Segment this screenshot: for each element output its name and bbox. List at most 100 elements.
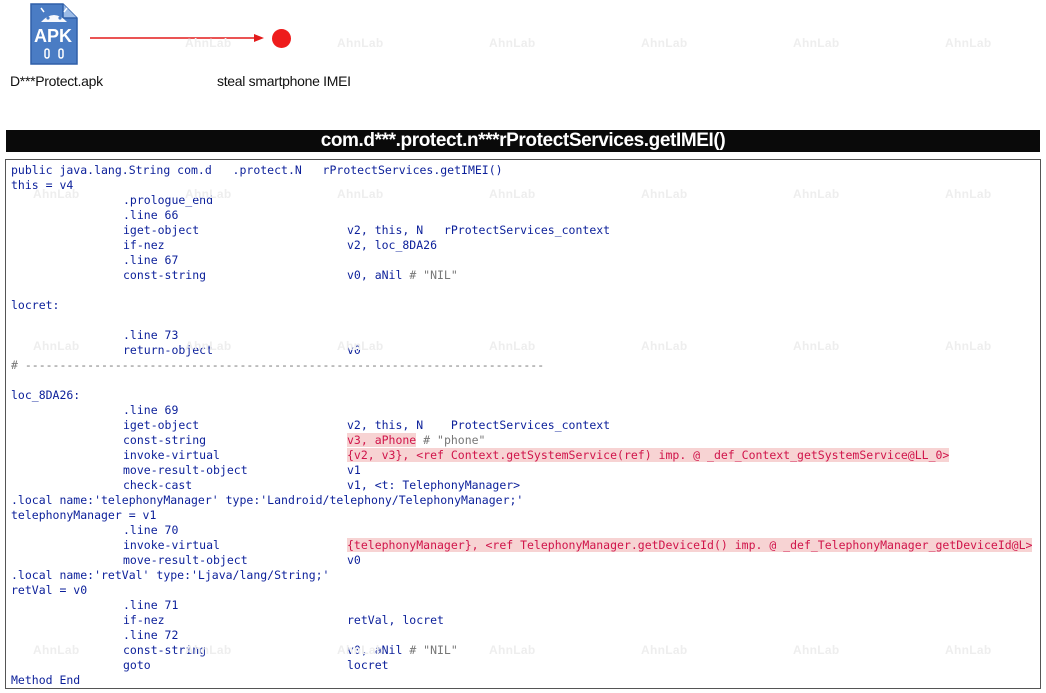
code-text: .local name:'retVal' type:'Ljava/lang/St…	[11, 568, 330, 582]
code-line: move-result-object v1	[11, 463, 1037, 478]
highlighted-operands: v3, aPhone	[347, 433, 417, 447]
flow-diagram: APK D***Protect.apk steal smartphone IME…	[0, 0, 1046, 125]
code-operands: {v2, v3}, <ref Context.getSystemService(…	[347, 448, 950, 463]
code-line: invoke-virtual {telephonyManager}, <ref T…	[11, 538, 1037, 553]
code-line: .line 66	[11, 208, 1037, 223]
code-operands: v3, aPhone # "phone"	[347, 433, 486, 448]
code-instruction: .prologue_end	[123, 193, 214, 207]
code-line: loc_8DA26:	[11, 388, 1037, 403]
code-instruction: .line 70	[123, 523, 179, 537]
code-instruction: if-nez	[123, 613, 165, 627]
apk-icon-text: APK	[33, 26, 72, 46]
operands-text: v2, this, N ProtectServices_context	[347, 418, 611, 432]
code-line: move-result-object v0	[11, 553, 1037, 568]
code-line: # --------------------------------------…	[11, 358, 1037, 373]
code-line: .local name:'retVal' type:'Ljava/lang/St…	[11, 568, 1037, 583]
code-line: if-nez v2, loc_8DA26	[11, 238, 1037, 253]
code-line: return-object v0	[11, 343, 1037, 358]
operands-text: v0, aNil	[347, 643, 403, 657]
target-label: steal smartphone IMEI	[217, 73, 351, 89]
code-operands: v1, <t: TelephonyManager>	[347, 478, 520, 493]
code-operands: v0	[347, 343, 361, 358]
code-instruction: .line 69	[123, 403, 179, 417]
code-text: .local name:'telephonyManager' type:'Lan…	[11, 493, 524, 507]
code-instruction: iget-object	[123, 223, 200, 237]
code-operands: v0, aNil # "NIL"	[347, 268, 458, 283]
code-text: telephonyManager = v1	[11, 508, 157, 522]
code-instruction: .line 73	[123, 328, 179, 342]
apk-file-icon: APK	[27, 2, 79, 66]
code-line: this = v4	[11, 178, 1037, 193]
code-line: if-nez retVal, locret	[11, 613, 1037, 628]
code-instruction: iget-object	[123, 418, 200, 432]
code-comment: # "phone"	[416, 433, 486, 447]
code-instruction: if-nez	[123, 238, 165, 252]
code-instruction: invoke-virtual	[123, 448, 220, 462]
code-text: locret:	[11, 298, 60, 312]
target-dot	[272, 29, 291, 48]
code-text: loc_8DA26:	[11, 388, 81, 402]
code-text: retVal = v0	[11, 583, 88, 597]
code-listing: public java.lang.String com.d .protect.N…	[5, 159, 1041, 689]
code-line: iget-object v2, this, N rProtectServices_…	[11, 223, 1037, 238]
code-line: retVal = v0	[11, 583, 1037, 598]
code-instruction: goto	[123, 658, 151, 672]
code-operands: {telephonyManager}, <ref TelephonyManage…	[347, 538, 1033, 553]
operands-text: v0	[347, 343, 361, 357]
code-instruction: const-string	[123, 643, 207, 657]
code-line: .line 70	[11, 523, 1037, 538]
code-line: .local name:'telephonyManager' type:'Lan…	[11, 493, 1037, 508]
highlighted-operands: {v2, v3}, <ref Context.getSystemService(…	[347, 448, 950, 462]
code-operands: v0, aNil # "NIL"	[347, 643, 458, 658]
code-line: .line 69	[11, 403, 1037, 418]
code-line: check-cast v1, <t: TelephonyManager>	[11, 478, 1037, 493]
code-instruction: const-string	[123, 433, 207, 447]
function-title: com.d***.protect.n***rProtectServices.ge…	[6, 130, 1040, 152]
operands-text: v1, <t: TelephonyManager>	[347, 478, 521, 492]
code-line: .line 73	[11, 328, 1037, 343]
code-line: const-string v3, aPhone # "phone"	[11, 433, 1037, 448]
code-line: .line 71	[11, 598, 1037, 613]
code-operands: retVal, locret	[347, 613, 444, 628]
highlighted-operands: {telephonyManager}, <ref TelephonyManage…	[347, 538, 1033, 552]
code-comment: # "NIL"	[402, 268, 458, 282]
code-line: Method End	[11, 673, 1037, 688]
operands-text: v0, aNil	[347, 268, 403, 282]
operands-text: retVal, locret	[347, 613, 444, 627]
code-line: invoke-virtual {v2, v3}, <ref Context.get…	[11, 448, 1037, 463]
code-instruction: .line 72	[123, 628, 179, 642]
code-operands: v2, this, N rProtectServices_context	[347, 223, 610, 238]
code-line: .line 72	[11, 628, 1037, 643]
code-instruction: const-string	[123, 268, 207, 282]
code-operands: v2, loc_8DA26	[347, 238, 437, 253]
operands-text: locret	[347, 658, 389, 672]
operands-text: v0	[347, 553, 361, 567]
code-line: public java.lang.String com.d .protect.N…	[11, 163, 1037, 178]
operands-text: v2, loc_8DA26	[347, 238, 438, 252]
code-line: iget-object v2, this, N ProtectServices_c…	[11, 418, 1037, 433]
code-line: locret:	[11, 298, 1037, 313]
code-comment: # "NIL"	[402, 643, 458, 657]
code-instruction: return-object	[123, 343, 214, 357]
code-operands: v1	[347, 463, 361, 478]
code-operands: v2, this, N ProtectServices_context	[347, 418, 610, 433]
code-instruction: check-cast	[123, 478, 193, 492]
code-text: # --------------------------------------…	[11, 358, 545, 372]
arrow-icon	[90, 34, 264, 42]
code-instruction: .line 67	[123, 253, 179, 267]
code-line: .line 67	[11, 253, 1037, 268]
code-instruction: move-result-object	[123, 553, 248, 567]
code-operands: v0	[347, 553, 361, 568]
apk-file-name: D***Protect.apk	[10, 73, 103, 89]
code-text: Method End	[11, 673, 81, 687]
operands-text: v1	[347, 463, 361, 477]
code-text: this = v4	[11, 178, 74, 192]
operands-text: v2, this, N rProtectServices_context	[347, 223, 611, 237]
code-line: goto locret	[11, 658, 1037, 673]
code-instruction: invoke-virtual	[123, 538, 220, 552]
code-line: telephonyManager = v1	[11, 508, 1037, 523]
code-instruction: move-result-object	[123, 463, 248, 477]
